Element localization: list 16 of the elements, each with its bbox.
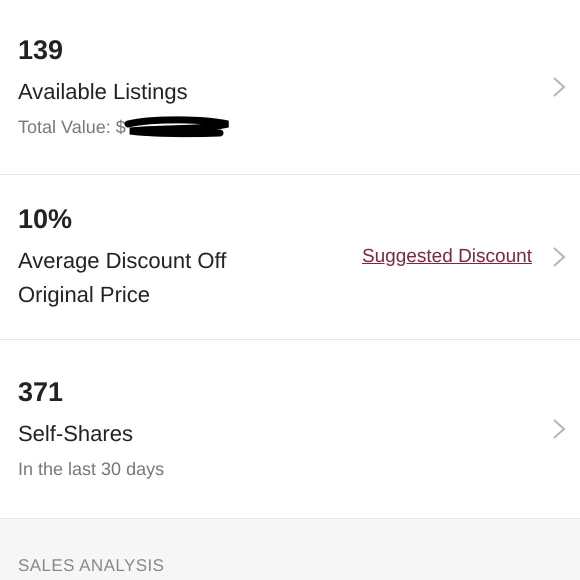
suggested-discount-link[interactable]: Suggested Discount <box>362 244 532 270</box>
stat-value: 139 <box>18 34 64 67</box>
stat-title: Average Discount Off Original Price <box>18 247 228 309</box>
chevron-right-icon <box>552 76 566 98</box>
stat-title: Available Listings <box>18 78 189 106</box>
chevron-right-icon <box>552 418 566 440</box>
stat-row[interactable]: 371 Self-Shares In the last 30 days <box>0 340 580 518</box>
stat-subtitle: Total Value: $ <box>18 116 126 139</box>
section-header: SALES ANALYSIS <box>18 556 164 575</box>
stat-row[interactable]: 139 Available Listings Total Value: $ <box>0 0 580 175</box>
stat-subtitle: In the last 30 days <box>18 458 164 481</box>
stat-value: 371 <box>18 376 64 409</box>
stat-title: Self-Shares <box>18 420 134 448</box>
stat-value: 10% <box>18 203 74 236</box>
stat-row[interactable]: 10% Average Discount Off Original Price Suggested Discount <box>0 175 580 340</box>
chevron-right-icon <box>552 246 566 268</box>
